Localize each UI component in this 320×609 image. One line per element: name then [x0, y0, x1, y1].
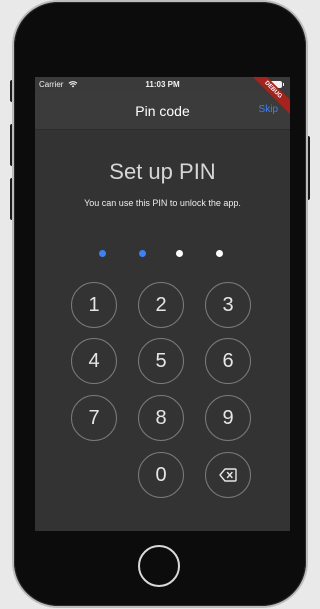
pin-title: Set up PIN	[109, 159, 216, 184]
pin-subtitle: You can use this PIN to unlock the app.	[84, 198, 241, 208]
key-4[interactable]: 4	[71, 338, 117, 384]
app-bar: Pin code Skip	[35, 93, 290, 130]
key-6[interactable]: 6	[205, 338, 251, 384]
page-title: Pin code	[135, 103, 190, 119]
status-time: 11:03 PM	[145, 80, 180, 89]
pin-dot-2	[139, 250, 146, 257]
pin-dot-4	[216, 250, 223, 257]
app-screen: Carrier 11:03 PM Pin code Skip DEBUG Set…	[35, 77, 290, 531]
key-1[interactable]: 1	[71, 282, 117, 328]
backspace-icon	[219, 468, 237, 482]
pin-dot-1	[99, 250, 106, 257]
key-8[interactable]: 8	[138, 395, 184, 441]
key-2[interactable]: 2	[138, 282, 184, 328]
key-7[interactable]: 7	[71, 395, 117, 441]
skip-button[interactable]: Skip	[259, 104, 278, 115]
key-3[interactable]: 3	[205, 282, 251, 328]
backspace-button[interactable]	[205, 452, 251, 498]
status-bar: Carrier 11:03 PM	[35, 77, 290, 93]
key-9[interactable]: 9	[205, 395, 251, 441]
power-button	[306, 136, 310, 200]
home-button[interactable]	[138, 545, 180, 587]
key-0[interactable]: 0	[138, 452, 184, 498]
key-5[interactable]: 5	[138, 338, 184, 384]
pin-dot-3	[176, 250, 183, 257]
